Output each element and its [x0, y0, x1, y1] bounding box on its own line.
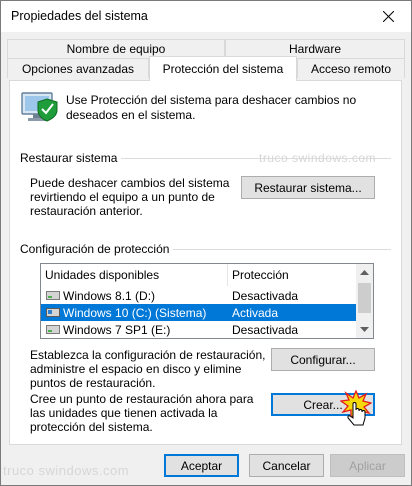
- chevron-up-icon: [360, 270, 369, 275]
- tab-label: Nombre de equipo: [66, 42, 166, 56]
- system-drive-icon: [46, 308, 60, 317]
- button-label: Configurar...: [290, 352, 356, 367]
- drive-name: Windows 7 SP1 (E:): [63, 323, 171, 337]
- drive-row[interactable]: Windows 8.1 (D:) Desactivada: [41, 287, 357, 304]
- click-burst-cursor-icon: [340, 390, 372, 426]
- drive-icon: [46, 291, 60, 300]
- drive-status: Desactivada: [232, 323, 299, 337]
- cancel-button[interactable]: Cancelar: [249, 454, 324, 477]
- watermark-text: truco swindows.com: [259, 151, 377, 165]
- configure-button[interactable]: Configurar...: [271, 348, 375, 371]
- column-header-protection[interactable]: Protección: [232, 268, 289, 282]
- tab-label: Acceso remoto: [310, 61, 392, 76]
- button-label: Restaurar sistema...: [254, 180, 362, 195]
- intro-text: Use Protección del sistema para deshacer…: [66, 93, 357, 122]
- column-header-drives[interactable]: Unidades disponibles: [45, 268, 159, 282]
- close-icon: [382, 11, 394, 22]
- configure-description: Establezca la configuración de restaurac…: [30, 348, 266, 390]
- drive-status: Activada: [232, 306, 279, 320]
- tab-remote-access[interactable]: Acceso remoto: [297, 58, 405, 78]
- vertical-scrollbar[interactable]: [356, 264, 373, 338]
- restore-description: Puede deshacer cambios del sistema revir…: [30, 176, 230, 218]
- window-title: Propiedades del sistema: [11, 9, 148, 23]
- chevron-down-icon: [360, 327, 369, 332]
- button-label: Aceptar: [180, 458, 223, 473]
- tab-advanced-options[interactable]: Opciones avanzadas: [7, 58, 149, 78]
- drive-icon: [46, 325, 60, 334]
- tab-system-protection[interactable]: Protección del sistema: [149, 56, 297, 81]
- tab-label: Protección del sistema: [162, 62, 284, 76]
- restore-group-label: Restaurar sistema: [20, 151, 122, 165]
- restore-system-button[interactable]: Restaurar sistema...: [241, 176, 375, 199]
- button-label: Cancelar: [262, 458, 311, 473]
- tab-label: Opciones avanzadas: [21, 61, 135, 76]
- protection-group-label: Configuración de protección: [20, 242, 174, 256]
- apply-button: Aplicar: [330, 454, 405, 477]
- close-button[interactable]: [365, 1, 411, 32]
- create-description: Cree un punto de restauración ahora para…: [30, 392, 254, 434]
- scroll-up-button[interactable]: [356, 264, 373, 281]
- drive-row-selected[interactable]: Windows 10 (C:) (Sistema) Activada: [41, 304, 357, 321]
- system-properties-window: Propiedades del sistema Nombre de equipo…: [0, 0, 412, 486]
- drives-listbox[interactable]: Unidades disponibles Protección Windows …: [40, 263, 374, 339]
- drive-status: Desactivada: [232, 289, 299, 303]
- system-protection-icon: [21, 92, 58, 122]
- tab-strip: Nombre de equipo Hardware Opciones avanz…: [1, 32, 411, 82]
- drive-name: Windows 10 (C:) (Sistema): [63, 306, 207, 320]
- drive-row[interactable]: Windows 7 SP1 (E:) Desactivada: [41, 321, 357, 338]
- list-header: Unidades disponibles Protección: [41, 264, 357, 286]
- button-label: Aplicar: [349, 458, 386, 473]
- ok-button[interactable]: Aceptar: [164, 454, 239, 477]
- tab-label: Hardware: [288, 42, 342, 56]
- button-label: Crear...: [303, 397, 343, 412]
- title-bar: Propiedades del sistema: [1, 1, 411, 32]
- watermark-text: truco swindows.com: [3, 463, 130, 478]
- column-separator[interactable]: [227, 264, 228, 286]
- scroll-down-button[interactable]: [356, 321, 373, 338]
- drive-name: Windows 8.1 (D:): [63, 289, 156, 303]
- scroll-thumb[interactable]: [358, 283, 371, 313]
